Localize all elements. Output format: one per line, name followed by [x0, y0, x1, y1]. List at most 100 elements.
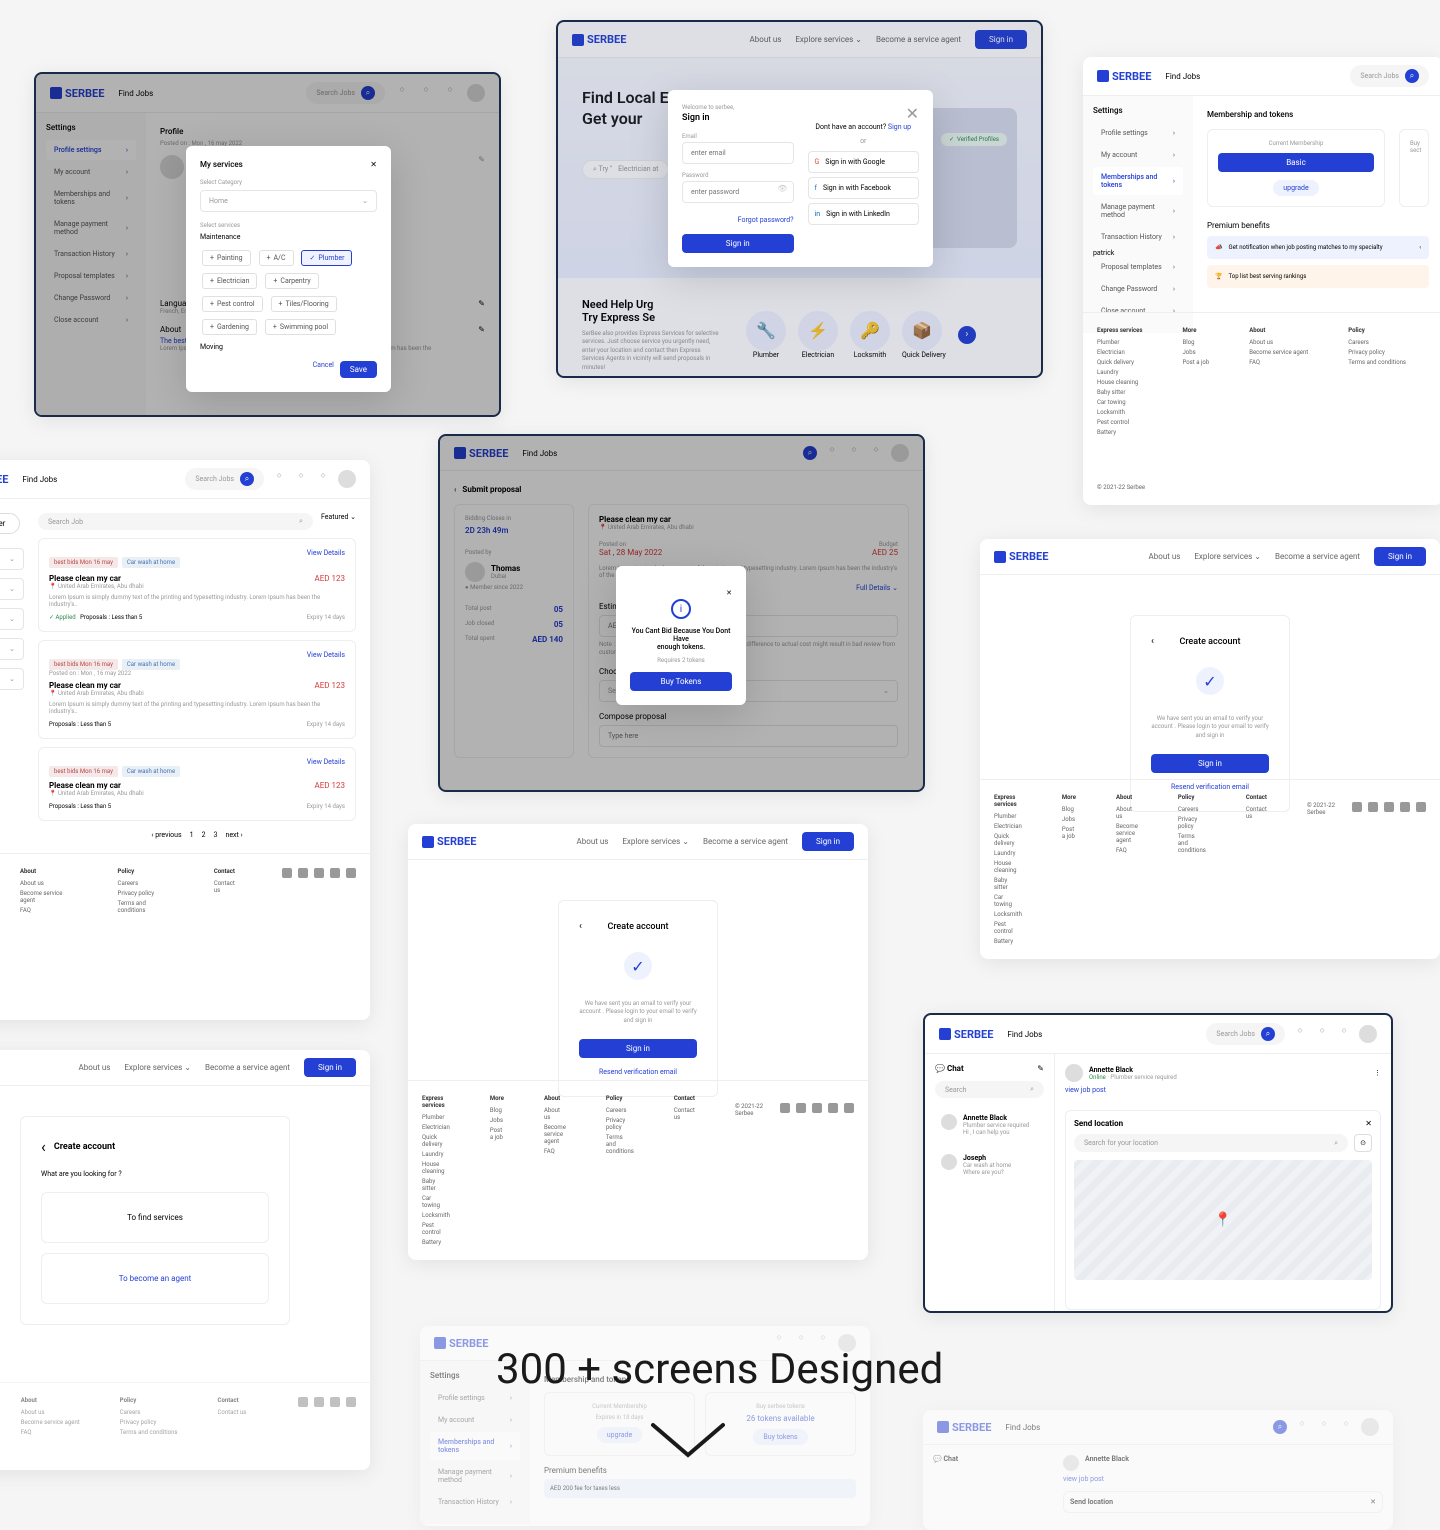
page-3[interactable]: 3	[214, 831, 218, 839]
upgrade-btn[interactable]: upgrade	[597, 1427, 642, 1443]
compose-icon[interactable]: ✎	[1037, 1064, 1044, 1073]
chip-carpentry[interactable]: + Carpentry	[265, 273, 318, 289]
search-input[interactable]: Search Jobs⌕	[1350, 65, 1429, 87]
sidebar-item[interactable]: Manage payment method›	[430, 1462, 520, 1490]
basic-btn[interactable]: Basic	[1218, 153, 1374, 172]
filter-select[interactable]: alities⌄	[0, 578, 24, 600]
featured-sort[interactable]: Featured ⌄	[321, 513, 356, 530]
close-icon[interactable]: ✕	[1365, 1119, 1372, 1128]
search-input[interactable]: Search Jobs⌕	[1206, 1023, 1285, 1045]
sidebar-item-memberships[interactable]: Memberships and tokens›	[1093, 167, 1183, 195]
nav-icon[interactable]: ◇	[1315, 1027, 1329, 1041]
social-icon[interactable]	[298, 868, 308, 878]
nav-icon[interactable]: ◇	[316, 472, 330, 486]
social-icon[interactable]	[346, 868, 356, 878]
nav-agent[interactable]: Become a service agent	[703, 837, 788, 846]
find-jobs-link[interactable]: Find Jobs	[1165, 72, 1200, 81]
more-icon[interactable]: ⋮	[1374, 1069, 1381, 1077]
signin-button[interactable]: Sign in	[1374, 547, 1426, 566]
nav-agent[interactable]: Become a service agent	[205, 1063, 290, 1072]
sidebar-item[interactable]: Proposal templates›	[1093, 257, 1183, 277]
sidebar-item[interactable]: My account›	[1093, 145, 1183, 165]
view-details[interactable]: View Details	[307, 549, 345, 568]
signup-link[interactable]: Sign up	[888, 123, 911, 131]
email-input[interactable]	[682, 142, 794, 164]
search-icon[interactable]: ⌕	[1273, 1420, 1287, 1434]
chat-item[interactable]: Annette BlackPlumber service requiredHi …	[935, 1108, 1044, 1142]
avatar[interactable]	[1359, 1025, 1377, 1043]
social-icon[interactable]	[314, 1397, 324, 1407]
nav-icon[interactable]: ◇	[272, 472, 286, 486]
close-icon[interactable]: ✕	[906, 104, 919, 123]
social-icon[interactable]	[828, 1103, 838, 1113]
filter-select[interactable]: alities⌄	[0, 638, 24, 660]
buy-tokens-btn[interactable]: Buy Tokens	[630, 672, 732, 691]
search-input[interactable]: Search Jobs⌕	[185, 468, 264, 490]
social-icon[interactable]	[812, 1103, 822, 1113]
view-job[interactable]: view job post	[1063, 1475, 1383, 1483]
signin-btn[interactable]: Sign in	[1151, 754, 1269, 773]
find-jobs-link[interactable]: Find Jobs	[1005, 1423, 1040, 1432]
resend-link[interactable]: Resend verification email	[579, 1068, 697, 1076]
chip-ac[interactable]: + A/C	[259, 250, 294, 266]
social-icon[interactable]	[796, 1103, 806, 1113]
find-services-option[interactable]: To find services	[41, 1192, 269, 1243]
become-agent-option[interactable]: To become an agent	[41, 1253, 269, 1304]
buy-btn[interactable]: Buy tokens	[753, 1429, 807, 1445]
social-icon[interactable]	[314, 868, 324, 878]
save-button[interactable]: Save	[340, 361, 377, 378]
social-icon[interactable]	[330, 1397, 340, 1407]
signin-button[interactable]: Sign in	[802, 832, 854, 851]
social-icon[interactable]	[1352, 802, 1362, 812]
location-search[interactable]: Search for your location⌕	[1074, 1134, 1348, 1152]
sidebar-item[interactable]: Change Password›	[1093, 279, 1183, 299]
close-icon[interactable]: ✕	[370, 160, 377, 169]
social-icon[interactable]	[1400, 802, 1410, 812]
nav-explore[interactable]: Explore services ⌄	[124, 1063, 191, 1072]
social-icon[interactable]	[1384, 802, 1394, 812]
chat-item[interactable]: JosephCar wash at homeWhere are you?	[935, 1148, 1044, 1182]
social-icon[interactable]	[298, 1397, 308, 1407]
nav-icon[interactable]: ◇	[1293, 1027, 1307, 1041]
map[interactable]: 📍	[1074, 1160, 1372, 1280]
close-icon[interactable]: ✕	[1370, 1498, 1376, 1506]
chip-painting[interactable]: + Painting	[202, 250, 251, 266]
social-icon[interactable]	[844, 1103, 854, 1113]
social-icon[interactable]	[330, 868, 340, 878]
nav-about[interactable]: About us	[79, 1063, 111, 1072]
filter-select[interactable]: ation⌄	[0, 548, 24, 570]
nav-icon[interactable]: ◇	[1295, 1420, 1309, 1434]
sidebar-item[interactable]: My account›	[430, 1410, 520, 1430]
cancel-button[interactable]: Cancel	[313, 361, 334, 378]
nav-agent[interactable]: Become a service agent	[1275, 552, 1360, 561]
sidebar-item[interactable]: Profile settings›	[1093, 123, 1183, 143]
google-btn[interactable]: GSign in with Google	[808, 151, 920, 173]
locate-icon[interactable]: ⊙	[1354, 1134, 1372, 1152]
prev-btn[interactable]: ‹ previous	[151, 831, 181, 839]
social-icon[interactable]	[780, 1103, 790, 1113]
find-jobs-link[interactable]: Find Jobs	[22, 475, 57, 484]
chat-search[interactable]: Search⌕	[935, 1081, 1044, 1098]
chip-plumber[interactable]: ✓ Plumber	[301, 250, 352, 266]
nav-explore[interactable]: Explore services ⌄	[622, 837, 689, 846]
avatar[interactable]	[1361, 1418, 1379, 1436]
facebook-btn[interactable]: fSign in with Facebook	[808, 177, 920, 199]
social-icon[interactable]	[346, 1397, 356, 1407]
chip-tiles[interactable]: + Tiles/Flooring	[271, 296, 337, 312]
clear-filter-btn[interactable]: Clear filter	[0, 513, 20, 534]
nav-icon[interactable]: ◇	[1317, 1420, 1331, 1434]
chip-electrician[interactable]: + Electrician	[202, 273, 257, 289]
search-icon[interactable]: ⌕	[240, 472, 254, 486]
nav-icon[interactable]: ◇	[1339, 1420, 1353, 1434]
eye-icon[interactable]: 👁	[777, 184, 787, 193]
sidebar-item[interactable]: Transaction History›	[430, 1492, 520, 1512]
nav-icon[interactable]: ◇	[294, 472, 308, 486]
nav-about[interactable]: About us	[577, 837, 609, 846]
close-icon[interactable]: ✕	[726, 589, 732, 597]
nav-explore[interactable]: Explore services ⌄	[1194, 552, 1261, 561]
social-icon[interactable]	[1368, 802, 1378, 812]
signin-button[interactable]: Sign in	[304, 1058, 356, 1077]
page-2[interactable]: 2	[202, 831, 206, 839]
sidebar-item[interactable]: Manage payment method›	[1093, 197, 1183, 225]
next-btn[interactable]: next ›	[225, 831, 242, 839]
